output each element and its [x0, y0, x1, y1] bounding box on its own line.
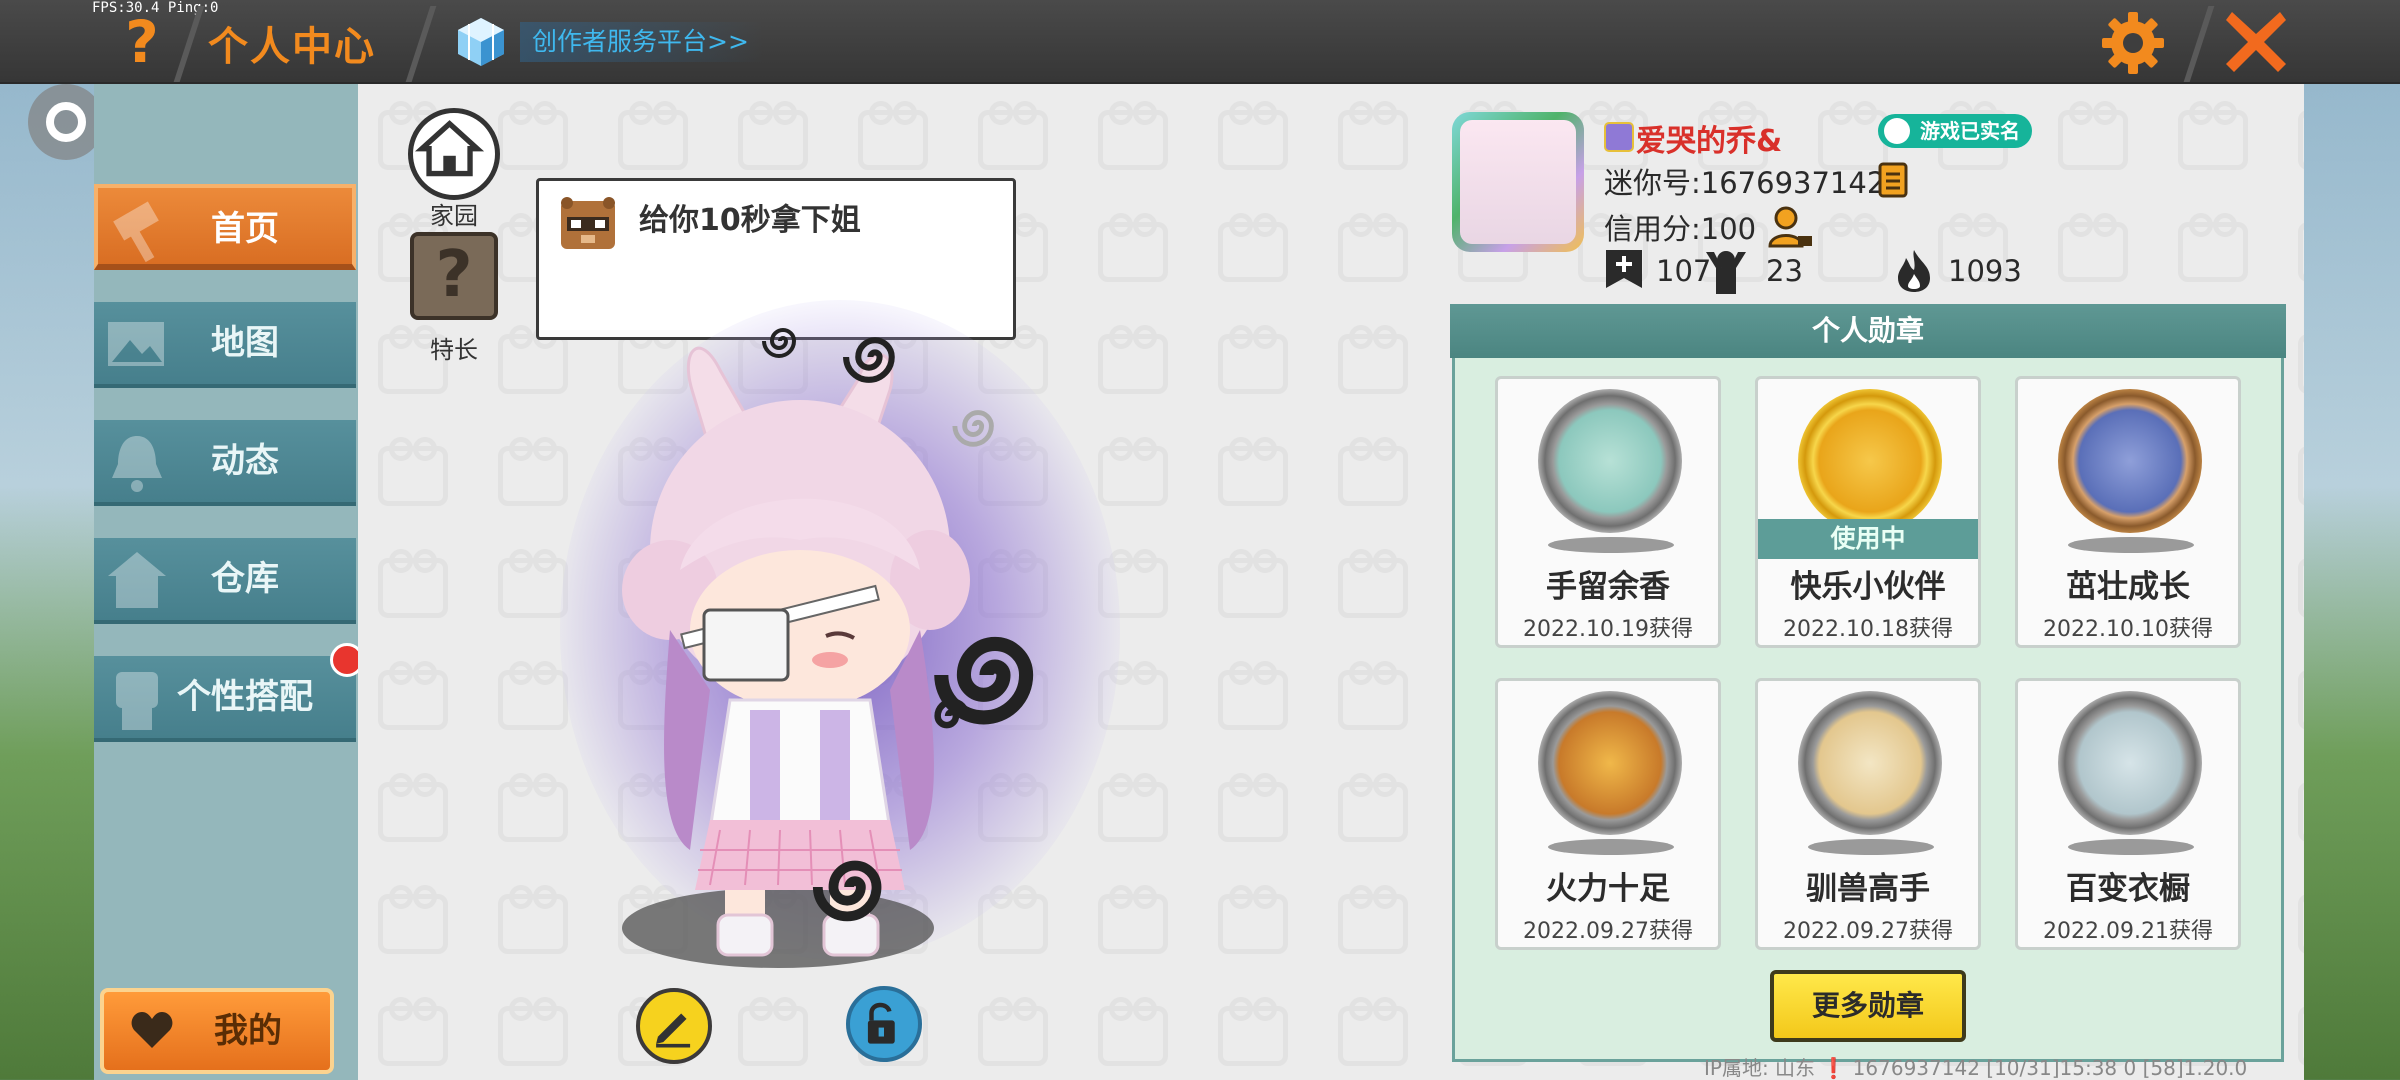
- medal-name: 茁壮成长: [2066, 569, 2190, 605]
- sidebar-item-label: 仓库: [211, 559, 279, 599]
- divider: [2183, 6, 2215, 82]
- horse-medal-icon: [1798, 691, 1942, 835]
- pencil-icon: [656, 1013, 691, 1048]
- mine-button[interactable]: 我的: [100, 988, 334, 1074]
- skill-label: 特长: [430, 336, 478, 364]
- bookmark-plus-icon: [1606, 250, 1642, 288]
- home-button[interactable]: [408, 108, 500, 200]
- medal-pedestal: [1808, 839, 1934, 855]
- home-icon: [414, 120, 485, 177]
- mine-label: 我的: [214, 1011, 282, 1051]
- footer-info: IP属地: 山东 ❗ 1676937142 [10/31]15:38 0 [58…: [1704, 1056, 2248, 1080]
- medal-name: 百变衣橱: [2066, 871, 2190, 907]
- medal-date: 2022.09.27获得: [1783, 919, 1953, 944]
- sidebar-item-outfit[interactable]: 个性搭配: [94, 656, 356, 742]
- dizzy-swirl-icon: [812, 860, 882, 922]
- medal-name: 快乐小伙伴: [1790, 569, 1946, 605]
- lock-icon: [867, 1002, 895, 1044]
- verify-label: 游戏已实名: [1920, 119, 2020, 143]
- heart-icon: [131, 1012, 173, 1048]
- fans-icon: [1706, 251, 1746, 294]
- medal-pedestal: [2068, 537, 2194, 553]
- medal-date: 2022.10.10获得: [2043, 617, 2213, 642]
- dizzy-swirl-icon: [762, 328, 797, 358]
- question-mark-icon: ?: [125, 8, 159, 76]
- close-x-icon[interactable]: [2220, 6, 2292, 78]
- floating-assist-button[interactable]: [28, 84, 104, 160]
- edit-button[interactable]: [636, 988, 712, 1064]
- sidebar-item-home[interactable]: 首页: [94, 184, 356, 270]
- sidebar-item-label: 首页: [211, 209, 279, 249]
- medal-card[interactable]: 茁壮成长 2022.10.10获得: [2015, 376, 2241, 648]
- speech-text: 给你10秒拿下姐: [639, 203, 861, 238]
- medal-pedestal: [1548, 537, 1674, 553]
- medal-card[interactable]: 使用中 快乐小伙伴 2022.10.18获得: [1755, 376, 1981, 648]
- cube-icon: [458, 18, 504, 66]
- sidebar-item-feed[interactable]: 动态: [94, 420, 356, 506]
- page-title: 个人中心: [208, 24, 376, 70]
- wardrobe-medal-icon: [2058, 691, 2202, 835]
- flame-icon: [1898, 250, 1930, 292]
- gear-icon[interactable]: [2098, 8, 2168, 78]
- avatar[interactable]: [1452, 112, 1584, 252]
- sidebar-item-map[interactable]: 地图: [94, 302, 356, 388]
- sidebar-item-warehouse[interactable]: 仓库: [94, 538, 356, 624]
- medal-date: 2022.10.19获得: [1523, 617, 1693, 642]
- medal-card[interactable]: 驯兽高手 2022.09.27获得: [1755, 678, 1981, 950]
- question-mark-icon: ?: [435, 238, 473, 312]
- lock-button[interactable]: [846, 986, 922, 1062]
- chest-medal-icon: [1538, 691, 1682, 835]
- help-button[interactable]: ?: [112, 10, 172, 74]
- stat-heat: 1093: [1948, 254, 2022, 288]
- medal-card[interactable]: 手留余香 2022.10.19获得: [1495, 376, 1721, 648]
- leaf-drop-medal-icon: [1538, 389, 1682, 533]
- buddies-medal-icon: [1798, 389, 1942, 533]
- credit-score: 信用分:100: [1604, 212, 1757, 246]
- creator-platform-link[interactable]: 创作者服务平台>>: [520, 22, 763, 62]
- medal-name: 驯兽高手: [1806, 871, 1930, 907]
- top-bar: FPS:30.4 Ping:0 ? 个人中心 创作者服务平台>>: [0, 0, 2400, 84]
- dizzy-swirl-icon: [934, 698, 970, 729]
- skill-button[interactable]: ?: [410, 232, 498, 320]
- vip-badge-icon: [1604, 122, 1634, 152]
- person-icon: [1884, 118, 1910, 144]
- medal-panel-title: 个人勋章: [1450, 304, 2286, 358]
- divider: [173, 6, 205, 82]
- more-medals-button[interactable]: 更多勋章: [1770, 970, 1966, 1042]
- medal-pedestal: [1548, 839, 1674, 855]
- mini-id: 迷你号:1676937142: [1604, 166, 1886, 200]
- home-label: 家园: [430, 202, 478, 230]
- sidebar-item-label: 个性搭配: [177, 677, 313, 717]
- divider: [405, 6, 437, 82]
- bear-avatar-icon: [561, 197, 615, 249]
- sidebar-item-label: 动态: [211, 441, 279, 481]
- add-friend-icon[interactable]: [1768, 206, 1814, 248]
- medal-date: 2022.09.21获得: [2043, 919, 2213, 944]
- medal-date: 2022.09.27获得: [1523, 919, 1693, 944]
- medal-pedestal: [2068, 839, 2194, 855]
- medal-date: 2022.10.18获得: [1783, 617, 1953, 642]
- in-use-tag: 使用中: [1758, 519, 1978, 559]
- medal-card[interactable]: 火力十足 2022.09.27获得: [1495, 678, 1721, 950]
- grow-medal-icon: [2058, 389, 2202, 533]
- medal-name: 手留余香: [1546, 569, 1670, 605]
- medal-card[interactable]: 百变衣橱 2022.09.21获得: [2015, 678, 2241, 950]
- stat-fans: 23: [1766, 254, 1803, 288]
- dizzy-swirl-icon: [843, 337, 895, 383]
- sidebar-item-label: 地图: [211, 323, 279, 363]
- nickname: 爱哭的乔&: [1636, 124, 1783, 159]
- copy-icon[interactable]: [1878, 162, 1914, 202]
- real-name-verified-badge: 游戏已实名: [1878, 114, 2032, 148]
- medal-name: 火力十足: [1546, 871, 1670, 907]
- dizzy-swirl-icon: [952, 410, 994, 447]
